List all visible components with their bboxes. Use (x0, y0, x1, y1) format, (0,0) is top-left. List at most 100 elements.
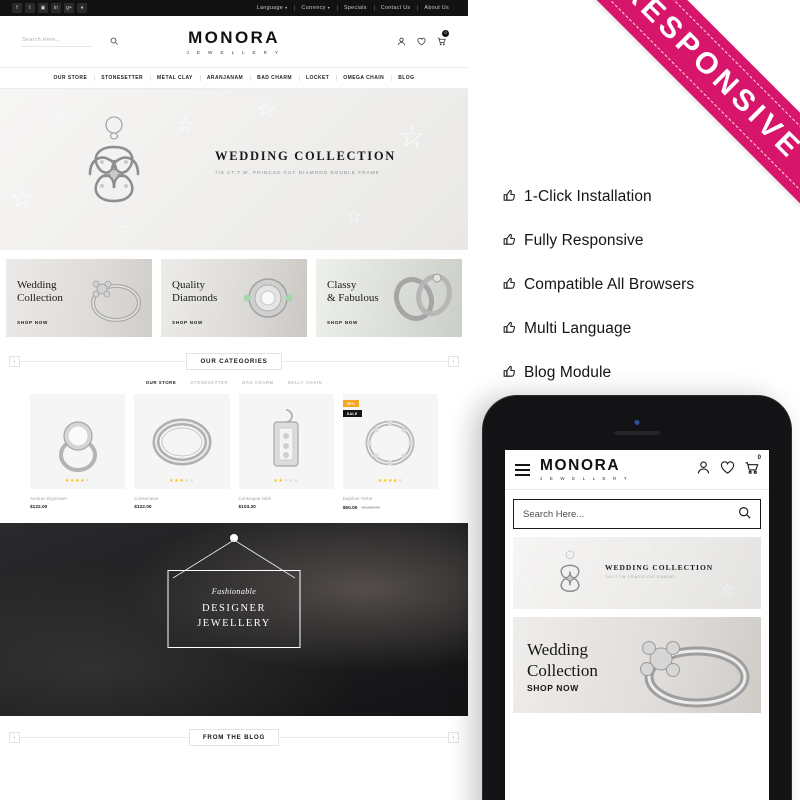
product-name[interactable]: Consectetur (134, 496, 229, 501)
logo-main-text: MONORA (188, 27, 280, 47)
hamburger-menu-icon[interactable] (515, 463, 530, 476)
divider-line (279, 737, 448, 738)
promo-banner-wedding-collection[interactable]: Wedding Collection SHOP NOW (6, 259, 152, 337)
nav-item-stonesetter[interactable]: STONESETTER (94, 75, 150, 81)
pendant-image (273, 408, 299, 467)
promo-banner-classy-fabulous[interactable]: Classy & Fabulous SHOP NOW (316, 259, 462, 337)
ring-image (640, 641, 750, 708)
discount-badge: 50% (342, 400, 359, 407)
nav-item-metal-clay[interactable]: METAL CLAY (150, 75, 200, 81)
diamond-pendant-image (560, 550, 580, 593)
shop-now-link[interactable]: SHOP NOW (17, 320, 48, 325)
product-card[interactable]: ★★★★★ Consectetur $122.00 (134, 394, 230, 511)
product-card[interactable]: 50% SALE ★★★★★ Dapibus Tortor $50.00 $1,2… (342, 394, 438, 511)
main-navigation: OUR STORE STONESETTER METAL CLAY ARANJAN… (0, 68, 468, 89)
product-image[interactable]: ★★★★★ (134, 394, 230, 489)
product-price: $122.00 (134, 505, 152, 510)
mobile-shop-now-link[interactable]: SHOP NOW (527, 683, 579, 693)
feature-label: 1-Click Installation (524, 188, 652, 205)
phone-speaker (614, 431, 660, 435)
designer-jewellery-banner[interactable]: Fashionable DESIGNER JEWELLERY (0, 523, 468, 716)
rss-icon[interactable]: ♦ (77, 3, 87, 13)
cart-icon[interactable]: 0 (744, 455, 761, 480)
mobile-promo-banner[interactable]: Wedding Collection SHOP NOW (513, 617, 761, 713)
blog-next-button[interactable]: › (448, 732, 459, 743)
language-selector[interactable]: Language ▾ (250, 5, 295, 11)
promo-title: Wedding Collection (17, 279, 63, 305)
mobile-hero-slider[interactable]: ☆ ☆ ☆ WEDDING COLLECTION 7/8 CT.T.W. PRI… (513, 537, 761, 609)
carousel-next-button[interactable]: › (448, 356, 459, 367)
shop-now-link[interactable]: SHOP NOW (172, 320, 203, 325)
star-decoration: ☆ (721, 581, 734, 597)
site-logo[interactable]: MONORA J E W E L L E R Y (187, 29, 282, 55)
account-icon[interactable] (397, 33, 406, 51)
cart-count-badge: 0 (442, 29, 449, 37)
tab-bad-charm[interactable]: BAD CHARM (242, 380, 274, 385)
search-icon[interactable] (738, 506, 751, 522)
shop-now-link[interactable]: SHOP NOW (327, 320, 358, 325)
account-icon[interactable] (696, 460, 711, 480)
nav-item-locket[interactable]: LOCKET (299, 75, 336, 81)
product-rating: ★★★★★ (377, 478, 404, 484)
nav-item-omega-chain[interactable]: OMEGA CHAIN (336, 75, 391, 81)
sale-badge: SALE (342, 410, 362, 417)
instagram-icon[interactable]: ▣ (38, 3, 48, 13)
carousel-prev-button[interactable]: ‹ (9, 356, 20, 367)
nav-item-bad-charm[interactable]: BAD CHARM (250, 75, 299, 81)
feature-label: Compatible All Browsers (524, 276, 695, 293)
google-plus-icon[interactable]: g+ (64, 3, 74, 13)
feature-label: Blog Module (524, 364, 612, 381)
specials-link[interactable]: Specials (337, 5, 374, 11)
product-image[interactable]: ★★★★★ (30, 394, 126, 489)
mobile-logo-main: MONORA (540, 457, 621, 475)
promo-banner-quality-diamonds[interactable]: Quality Diamonds SHOP NOW (161, 259, 307, 337)
twitter-icon[interactable]: t (25, 3, 35, 13)
hero-slider[interactable]: ☆ ☆ ☆ ☆ ☆ ☆ ☆ WEDDING COLLECTION 7/8 CT.… (0, 89, 468, 250)
facebook-icon[interactable]: f (12, 3, 22, 13)
feature-item-fully-responsive: Fully Responsive (502, 232, 792, 250)
mobile-header-icons: 0 (696, 455, 761, 480)
product-card[interactable]: ★★★★★ Consequat Nibh $103.20 (238, 394, 334, 511)
product-name[interactable]: Aenean Dignissim (30, 496, 125, 501)
thumbs-up-icon (502, 320, 524, 338)
phone-camera-dot (634, 420, 640, 425)
mobile-hero-title: WEDDING COLLECTION (605, 563, 714, 572)
cart-icon[interactable]: 0 (437, 29, 449, 51)
top-utility-bar: f t ▣ in g+ ♦ Language ▾ Currency ▾ Specia… (0, 0, 468, 16)
mobile-logo[interactable]: MONORA J E W E L L E R Y (540, 458, 630, 481)
product-image[interactable]: ★★★★★ (238, 394, 334, 489)
product-rating: ★★★★★ (169, 478, 195, 484)
star-decoration: ☆ (256, 96, 277, 122)
search-input[interactable]: Search Here... (22, 37, 92, 47)
currency-selector[interactable]: Currency ▾ (294, 5, 337, 11)
divider-line (20, 737, 189, 738)
tab-stonesetter[interactable]: STONESETTER (190, 380, 228, 385)
search-icon[interactable] (110, 37, 118, 47)
cart-count-badge: 0 (757, 454, 761, 461)
mobile-search-bar[interactable]: Search Here... (513, 499, 761, 529)
product-card[interactable]: ★★★★★ Aenean Dignissim $122.00 (30, 394, 126, 511)
section-title-our-categories: OUR CATEGORIES (186, 353, 282, 370)
diamond-pendant-image (88, 116, 140, 203)
star-decoration: ☆ (118, 220, 132, 237)
nav-item-aranjanam[interactable]: ARANJANAM (200, 75, 250, 81)
rings-image (393, 273, 452, 321)
product-name[interactable]: Consequat Nibh (239, 496, 334, 501)
about-us-link[interactable]: About Us (417, 5, 456, 11)
tab-belly-chain[interactable]: BELLY CHAIN (288, 380, 323, 385)
wishlist-icon[interactable] (417, 33, 426, 51)
tab-our-store[interactable]: OUR STORE (146, 380, 177, 385)
nav-item-our-store[interactable]: OUR STORE (47, 75, 95, 81)
product-image[interactable]: 50% SALE ★★★★★ (342, 394, 438, 489)
nav-item-blog[interactable]: BLOG (391, 75, 421, 81)
contact-us-link[interactable]: Contact Us (374, 5, 418, 11)
blog-prev-button[interactable]: ‹ (9, 732, 20, 743)
mobile-search-input[interactable]: Search Here... (523, 509, 584, 520)
social-links: f t ▣ in g+ ♦ (12, 3, 87, 13)
product-rating: ★★★★★ (273, 478, 299, 484)
product-name[interactable]: Dapibus Tortor (343, 496, 438, 501)
hero-title: WEDDING COLLECTION (215, 149, 396, 163)
linkedin-icon[interactable]: in (51, 3, 61, 13)
categories-section-header: ‹ OUR CATEGORIES › (0, 353, 468, 370)
wishlist-icon[interactable] (720, 460, 735, 480)
